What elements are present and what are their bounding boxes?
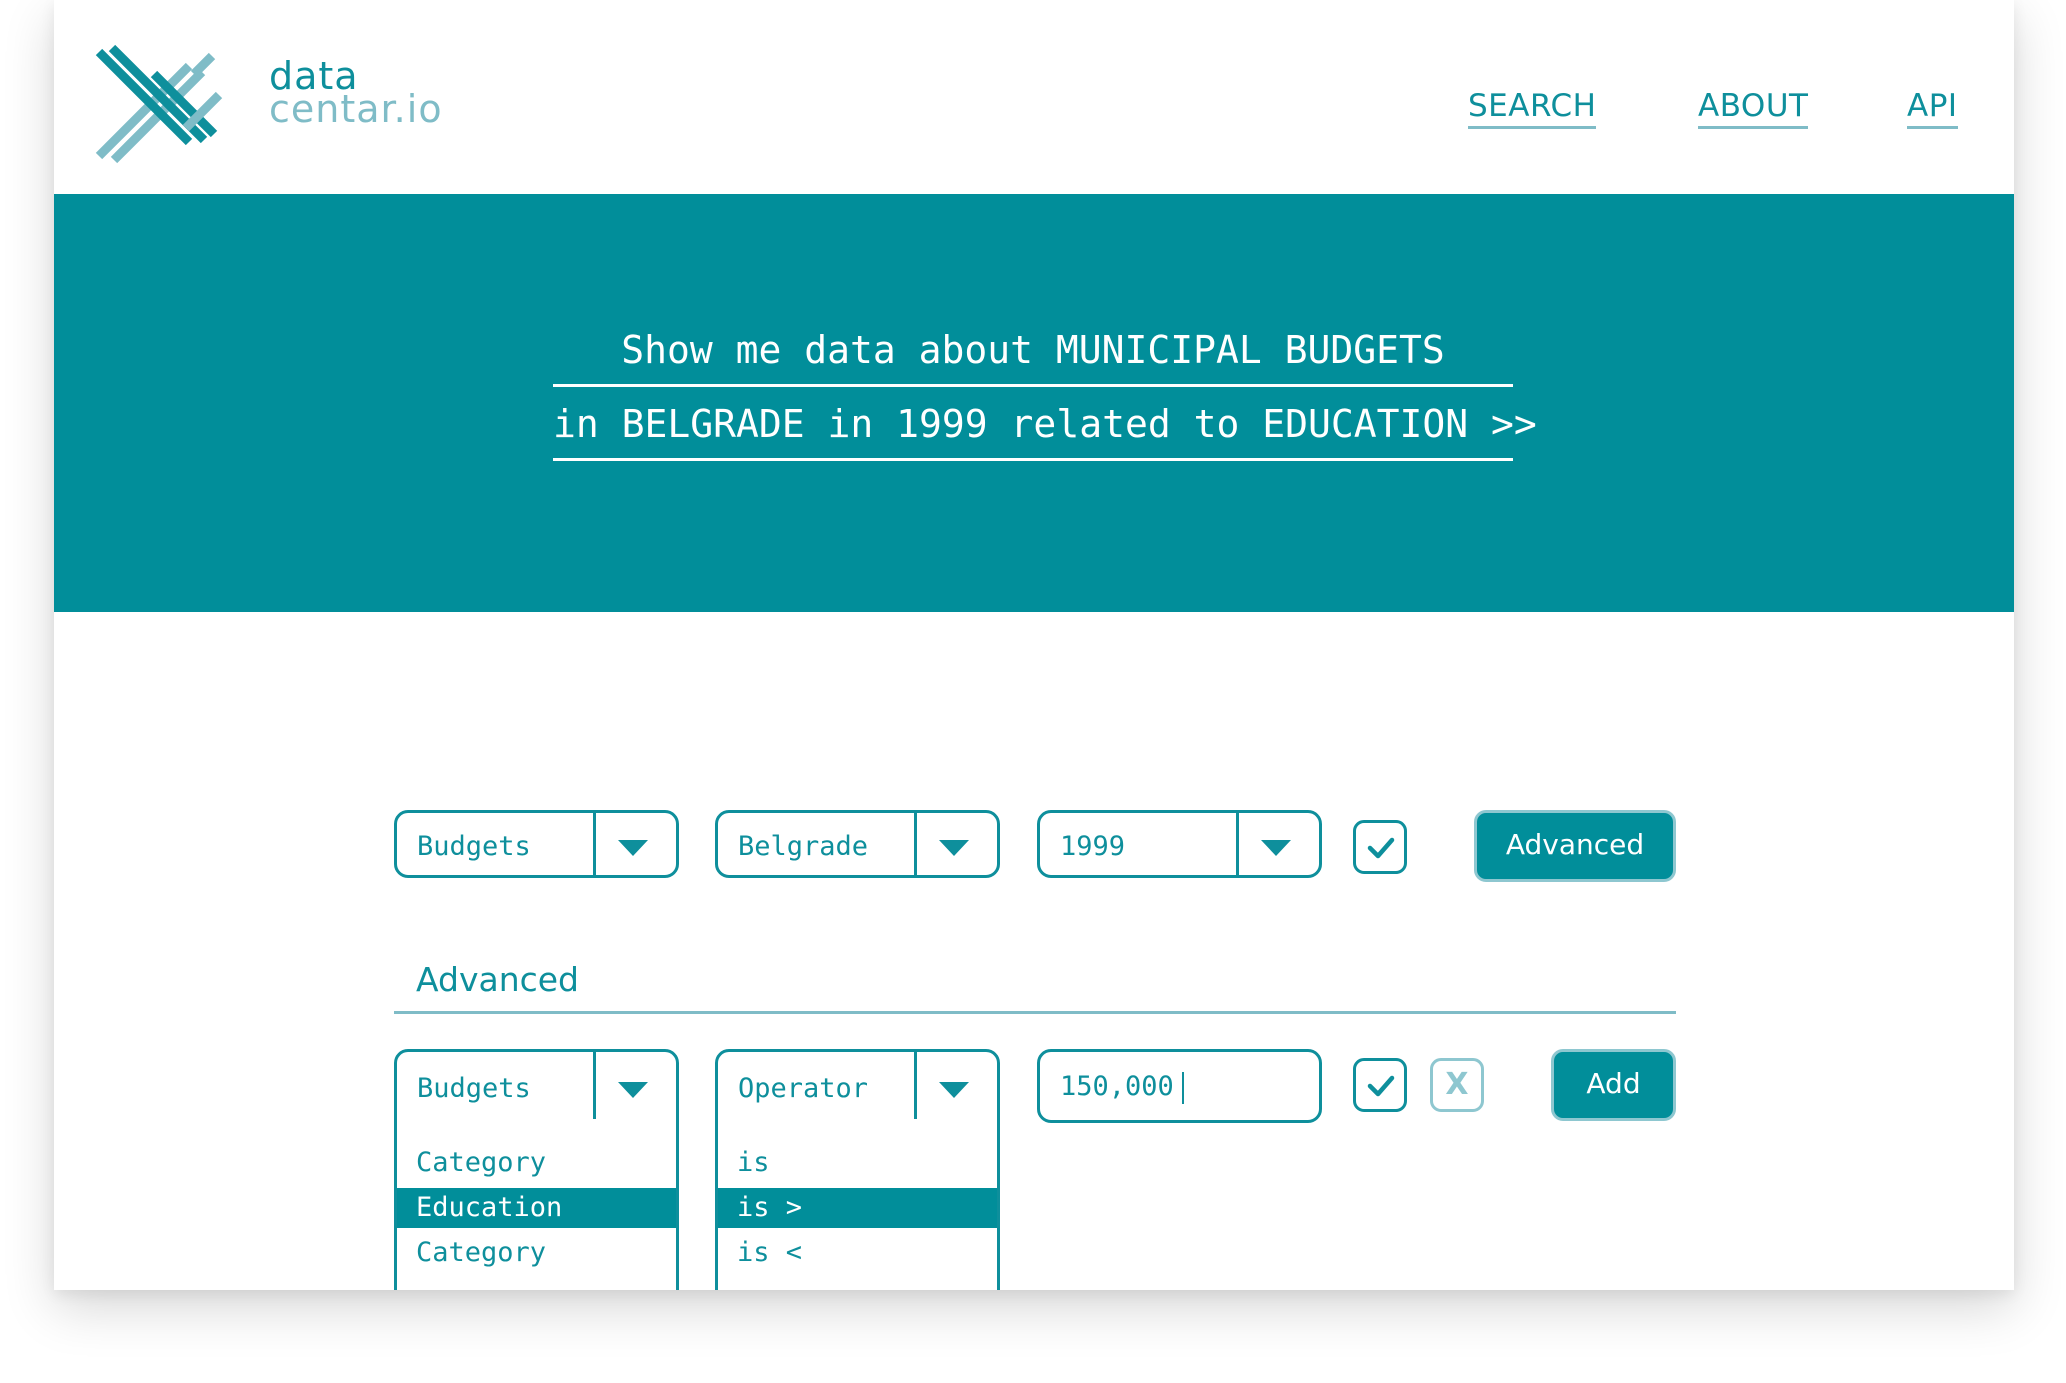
nav-search-link[interactable]: SEARCH xyxy=(1468,88,1597,129)
field-option-category[interactable]: Category xyxy=(397,1233,676,1273)
chevron-down-icon[interactable] xyxy=(618,840,648,856)
brand-name-line2: centar.io xyxy=(269,87,443,131)
operator-options-list: is is > is < xyxy=(715,1119,1000,1290)
advanced-field-select-value: Budgets xyxy=(417,1073,531,1104)
add-condition-button[interactable]: Add xyxy=(1551,1049,1676,1121)
app-window: data centar.io SEARCH ABOUT API Show me … xyxy=(54,0,2014,1290)
operator-select[interactable]: Operator xyxy=(715,1049,1000,1123)
field-option-education[interactable]: Education xyxy=(397,1188,676,1228)
dataset-select-value: Budgets xyxy=(417,831,531,862)
chevron-down-icon[interactable] xyxy=(1261,840,1291,856)
advanced-value-input[interactable]: 150,000 xyxy=(1037,1049,1322,1123)
city-select-value: Belgrade xyxy=(738,831,869,862)
operator-select-value: Operator xyxy=(738,1073,869,1104)
text-caret xyxy=(1182,1072,1184,1104)
year-select-value: 1999 xyxy=(1060,831,1126,862)
advanced-section-title: Advanced xyxy=(416,960,580,999)
checkmark-icon xyxy=(1367,837,1395,859)
confirm-condition-checkbox[interactable] xyxy=(1353,1058,1407,1112)
field-option-category[interactable]: Category xyxy=(397,1143,676,1183)
divider xyxy=(593,813,596,875)
brand-name: data centar.io xyxy=(269,57,443,131)
hero-query-line2[interactable]: in BELGRADE in 1999 related to EDUCATION… xyxy=(553,390,1537,461)
operator-option-is[interactable]: is xyxy=(718,1143,997,1183)
divider xyxy=(914,1052,917,1120)
chevron-down-icon[interactable] xyxy=(618,1082,648,1098)
city-select[interactable]: Belgrade xyxy=(715,810,1000,878)
advanced-button[interactable]: Advanced xyxy=(1474,810,1676,882)
advanced-field-select[interactable]: Budgets xyxy=(394,1049,679,1123)
remove-condition-button[interactable]: X xyxy=(1430,1058,1484,1112)
divider xyxy=(914,813,917,875)
nav-api-link[interactable]: API xyxy=(1907,88,1958,129)
confirm-filters-checkbox[interactable] xyxy=(1353,820,1407,874)
operator-option-less[interactable]: is < xyxy=(718,1233,997,1273)
operator-option-greater[interactable]: is > xyxy=(718,1188,997,1228)
logo-mark-icon xyxy=(95,44,223,164)
datacentar-logo[interactable]: data centar.io xyxy=(94,44,442,164)
hero-query-line1[interactable]: Show me data about MUNICIPAL BUDGETS xyxy=(553,316,1513,387)
close-icon: X xyxy=(1445,1067,1469,1102)
nav-about-link[interactable]: ABOUT xyxy=(1698,88,1809,129)
year-select[interactable]: 1999 xyxy=(1037,810,1322,878)
advanced-field-options-list: Category Education Category xyxy=(394,1119,679,1290)
advanced-divider xyxy=(394,1011,1676,1014)
divider xyxy=(593,1052,596,1120)
hero-banner: Show me data about MUNICIPAL BUDGETS in … xyxy=(54,194,2014,612)
checkmark-icon xyxy=(1367,1075,1395,1097)
divider xyxy=(1236,813,1239,875)
dataset-select[interactable]: Budgets xyxy=(394,810,679,878)
chevron-down-icon[interactable] xyxy=(939,1082,969,1098)
advanced-value-text: 150,000 xyxy=(1060,1071,1174,1102)
chevron-down-icon[interactable] xyxy=(939,840,969,856)
